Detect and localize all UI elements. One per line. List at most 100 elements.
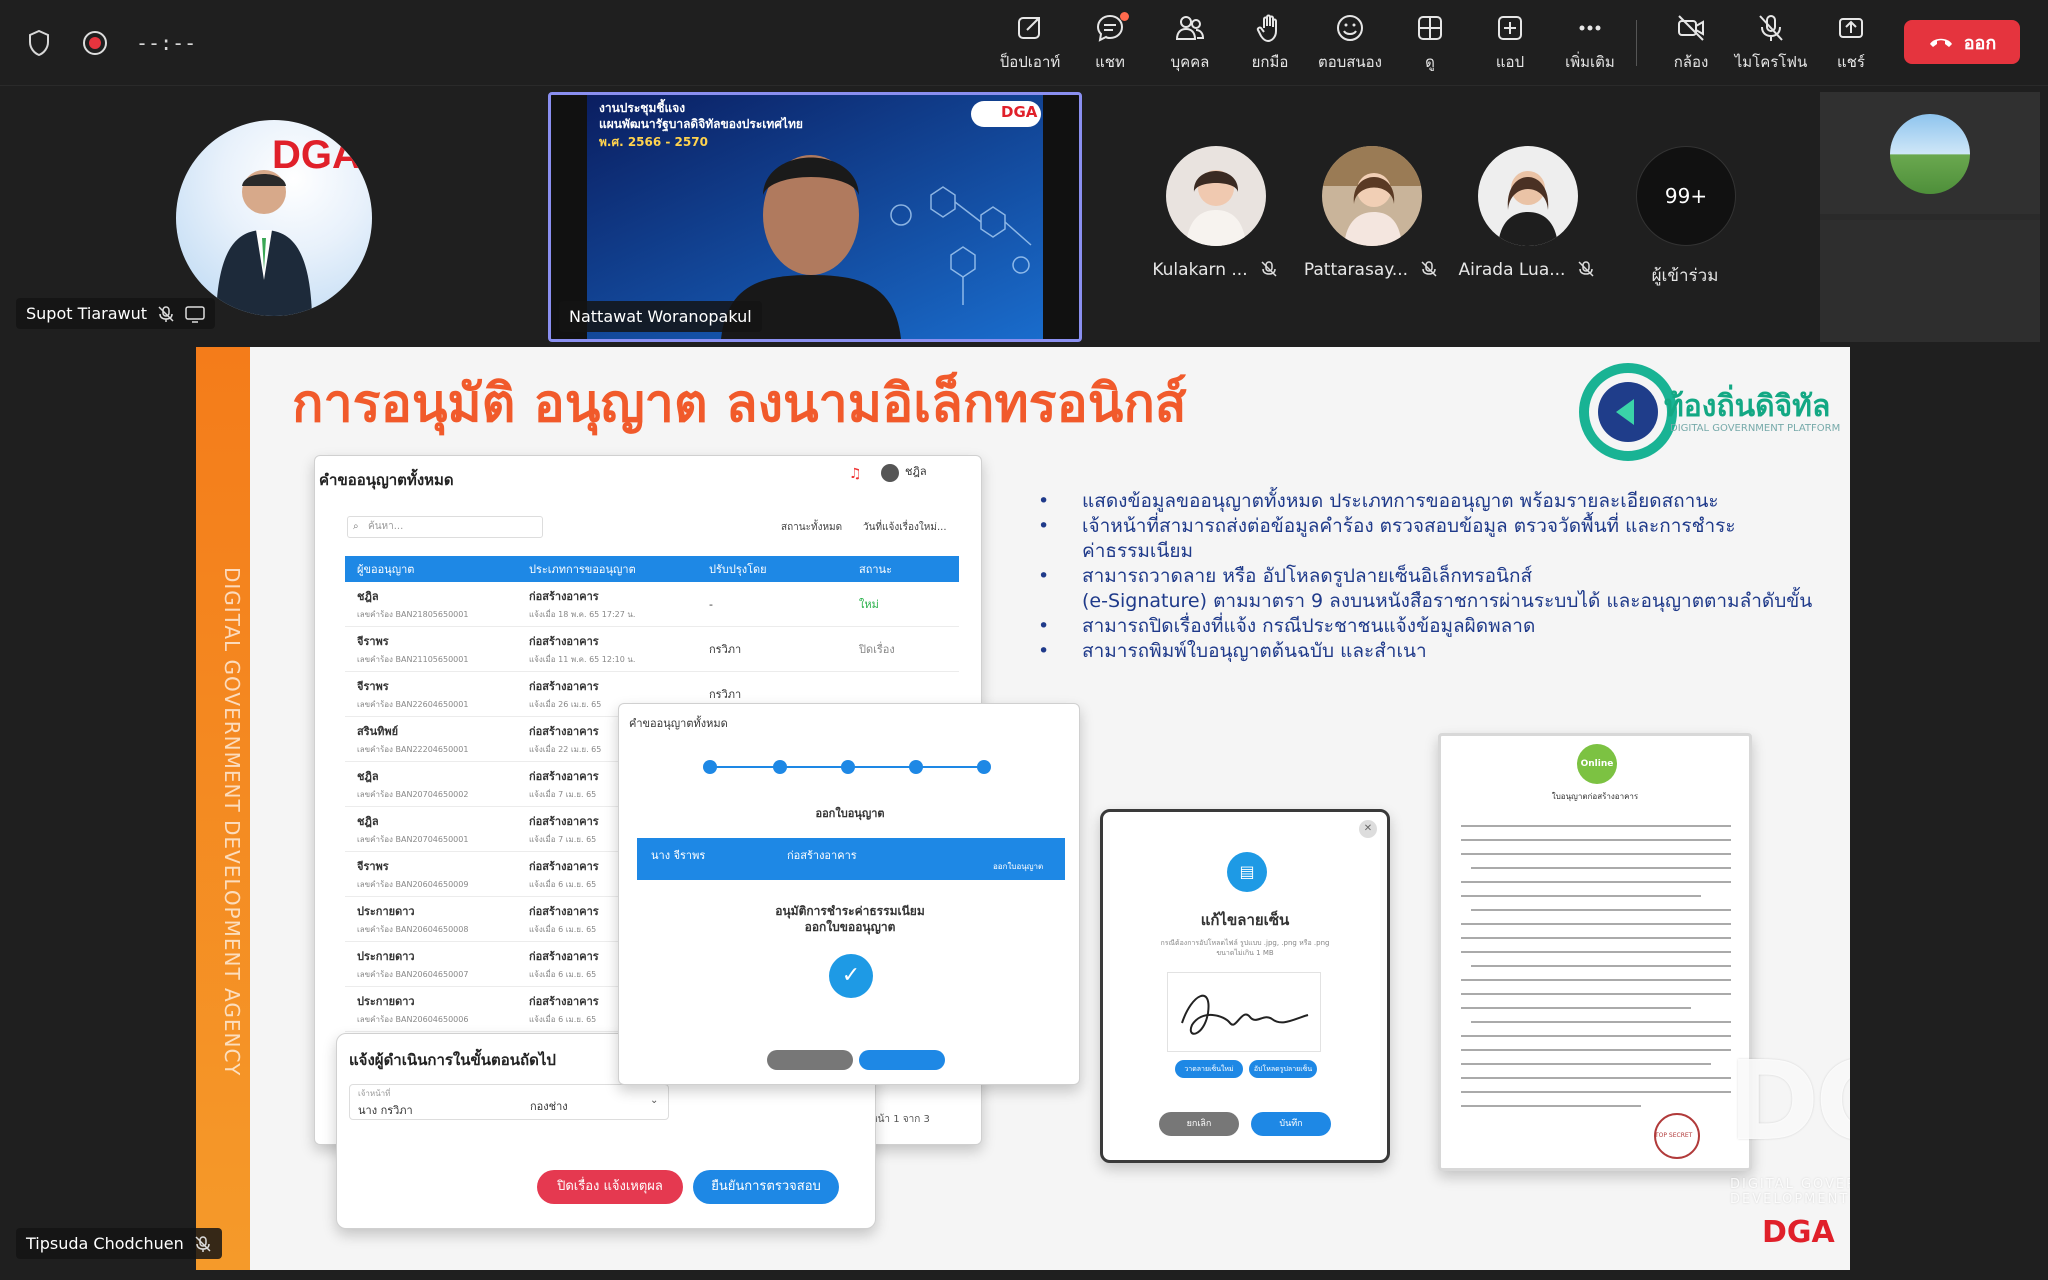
avatar — [1166, 146, 1266, 246]
table-header: ผู้ขออนุญาต ประเภทการขออนุญาต ปรับปรุงโด… — [345, 556, 959, 582]
officer-field: เจ้าหน้าที่ นาง กรวิภา กองช่าง ⌄ — [349, 1084, 669, 1120]
confirm-review-button: ยืนยันการตรวจสอบ — [693, 1170, 839, 1204]
bullet-item: แสดงข้อมูลขออนุญาตทั้งหมด ประเภทการขออนุ… — [1034, 489, 1824, 514]
step-title: ออกใบอนุญาต — [815, 807, 885, 820]
more-icon — [1579, 25, 1601, 31]
dga-corner-logo: DGA — [1762, 1215, 1835, 1250]
raise-hand-icon — [1256, 14, 1277, 43]
document-stamp: TOP SECRET — [1655, 1132, 1693, 1139]
leave-button[interactable]: ออก — [1904, 20, 2020, 64]
notification-dot — [1120, 12, 1129, 21]
bullet-item: สามารถพิมพ์ใบอนุญาตต้นฉบับ และสำเนา — [1034, 639, 1824, 664]
people-icon — [1175, 16, 1205, 40]
mic-off-icon — [158, 305, 174, 322]
user-name: ชฎิล — [905, 465, 927, 478]
mic-off-icon — [1759, 15, 1783, 41]
participants-overflow[interactable]: 99+ ผู้เข้าร่วม — [1600, 146, 1770, 286]
avatar — [881, 464, 899, 482]
react-icon — [1337, 15, 1363, 41]
participant-airada[interactable]: Airada Lua... — [1442, 146, 1612, 286]
avatar — [1322, 146, 1422, 246]
active-speaker-tile[interactable]: งานประชุมชี้แจง แผนพัฒนารัฐบาลดิจิทัลของ… — [548, 92, 1082, 342]
mock-title: คำขออนุญาตทั้งหมด — [319, 471, 454, 489]
cancel-button: ยกเลิก — [1159, 1112, 1239, 1136]
document-text-lines — [1461, 825, 1731, 1159]
participant-name: Pattarasay... — [1303, 260, 1409, 280]
screen-share-icon — [185, 305, 205, 323]
popout-button[interactable]: ป็อปเอาท์ — [990, 12, 1070, 74]
dialog-title: แก้ไขลายเซ็น — [1200, 911, 1290, 929]
view-button[interactable]: ดู — [1390, 12, 1470, 74]
participant-name: Airada Lua... — [1458, 260, 1566, 280]
bullet-item: สามารถวาดลาย หรือ อัปโหลดรูปลายเซ็นอิเล็… — [1034, 564, 1824, 589]
table-row: ชฎิล เลขคำร้อง BAN21805650001 ก่อสร้างอาคา… — [345, 582, 959, 627]
self-view-tile[interactable] — [1820, 92, 2040, 342]
person-figure: DGA — [216, 133, 361, 316]
document-icon: ▤ — [1227, 852, 1267, 892]
avatar — [1478, 146, 1578, 246]
apps-icon — [1498, 16, 1522, 40]
speaker-bg-years: พ.ศ. 2566 - 2570 — [599, 135, 708, 149]
band-text: DIGITAL GOVERNMENT DEVELOPMENT AGENCY — [220, 567, 244, 1077]
microphone-button[interactable]: ไมโครโฟน — [1731, 12, 1811, 74]
approval-message-2: ออกใบขออนุญาต — [804, 920, 896, 934]
back-link: คำขออนุญาตทั้งหมด — [629, 717, 728, 730]
overflow-count-badge: 99+ — [1636, 146, 1736, 246]
date-filter: วันที่แจ้งเรื่องใหม่... — [863, 522, 947, 533]
chevron-down-icon: ⌄ — [650, 1095, 659, 1106]
toolbar-divider — [1636, 20, 1637, 66]
avatar: DGA — [176, 120, 372, 316]
bullet-item: เจ้าหน้าที่สามารถส่งต่อข้อมูลคำร้อง ตรวจ… — [1034, 514, 1824, 539]
apps-button[interactable]: แอป — [1470, 12, 1550, 74]
camera-off-icon — [1678, 15, 1704, 41]
mic-off-icon — [1421, 261, 1437, 277]
upload-signature-button: อัปโหลดรูปลายเซ็น — [1249, 1060, 1317, 1078]
chat-button[interactable]: แชท — [1070, 12, 1150, 74]
hang-up-icon — [1929, 38, 1952, 47]
react-button[interactable]: ตอบสนอง — [1310, 12, 1390, 74]
self-view-bottom — [1820, 220, 2040, 342]
dga-watermark-subtext: DIGITAL GOVERNMENT DEVELOPMENT AGENCY — [1730, 1177, 1850, 1207]
signature-dialog-mock: ✕ ▤ แก้ไขลายเซ็น กรณีต้องการอัปโหลดไฟล์ … — [1100, 809, 1390, 1163]
shield-icon[interactable] — [24, 28, 54, 58]
close-case-button: ปิดเรื่อง แจ้งเหตุผล — [537, 1170, 683, 1204]
dga-watermark: DGA — [1728, 1037, 1850, 1165]
camera-button[interactable]: กล้อง — [1651, 12, 1731, 74]
close-icon: ✕ — [1359, 820, 1377, 838]
draw-signature-button: วาดลายเซ็นใหม่ — [1175, 1060, 1243, 1078]
slide-title: การอนุมัติ อนุญาต ลงนามอิเล็กทรอนิกส์ — [292, 374, 1187, 434]
self-name-tag: Tipsuda Chodchuen — [16, 1228, 222, 1259]
local-digital-logo: ท้องถิ่นดิจิทัล DIGITAL GOVERNMENT PLATF… — [1578, 357, 1840, 467]
mic-off-icon — [1261, 261, 1277, 277]
share-button[interactable]: แชร์ — [1811, 12, 1891, 74]
view-icon — [1418, 16, 1442, 40]
participant-pattarasay[interactable]: Pattarasay... — [1286, 146, 1456, 286]
approve-dialog-mock: คำขออนุญาตทั้งหมด ออกใบอนุญาต นาง จีราพร… — [618, 703, 1080, 1085]
back-home-button — [767, 1050, 853, 1070]
participant-tile-supot[interactable]: DGA Supot Tiarawut — [0, 90, 548, 342]
bullet-item: ค่าธรรมเนียม — [1082, 540, 1194, 562]
dialog-title: แจ้งผู้ดำเนินการในขั้นตอนถัดไป — [349, 1051, 556, 1069]
more-button[interactable]: เพิ่มเติม — [1550, 12, 1630, 74]
avatar — [1890, 114, 1970, 194]
popout-icon — [1018, 17, 1040, 39]
mic-off-icon — [195, 1235, 211, 1252]
raise-hand-button[interactable]: ยกมือ — [1230, 12, 1310, 74]
upload-hint: กรณีต้องการอัปโหลดไฟล์ รูปแบบ .jpg, .png… — [1160, 939, 1330, 957]
shared-screen: DIGITAL GOVERNMENT DEVELOPMENT AGENCY กา… — [196, 347, 1850, 1270]
save-button: บันทึก — [1251, 1112, 1331, 1136]
signature-canvas — [1167, 972, 1321, 1052]
people-button[interactable]: บุคคล — [1150, 12, 1230, 74]
slide-side-band: DIGITAL GOVERNMENT DEVELOPMENT AGENCY — [196, 347, 250, 1270]
record-icon[interactable] — [80, 28, 110, 58]
document-heading: ใบอนุญาตก่อสร้างอาคาร — [1551, 792, 1639, 801]
share-icon — [1839, 18, 1863, 38]
check-circle-icon: ✓ — [829, 954, 873, 998]
participant-kulakarn[interactable]: Kulakarn ... — [1130, 146, 1300, 286]
meeting-timer: --:-- — [136, 31, 197, 55]
view-permit-button — [859, 1050, 945, 1070]
applicant-banner: นาง จีราพร ก่อสร้างอาคาร ออกใบอนุญาต — [637, 838, 1065, 880]
bullet-item: สามารถปิดเรื่องที่แจ้ง กรณีประชาชนแจ้งข้… — [1034, 614, 1824, 639]
permit-document-mock: Online ใบอนุญาตก่อสร้างอาคาร TOP SECRET — [1438, 733, 1752, 1171]
online-badge: Online — [1577, 744, 1617, 784]
